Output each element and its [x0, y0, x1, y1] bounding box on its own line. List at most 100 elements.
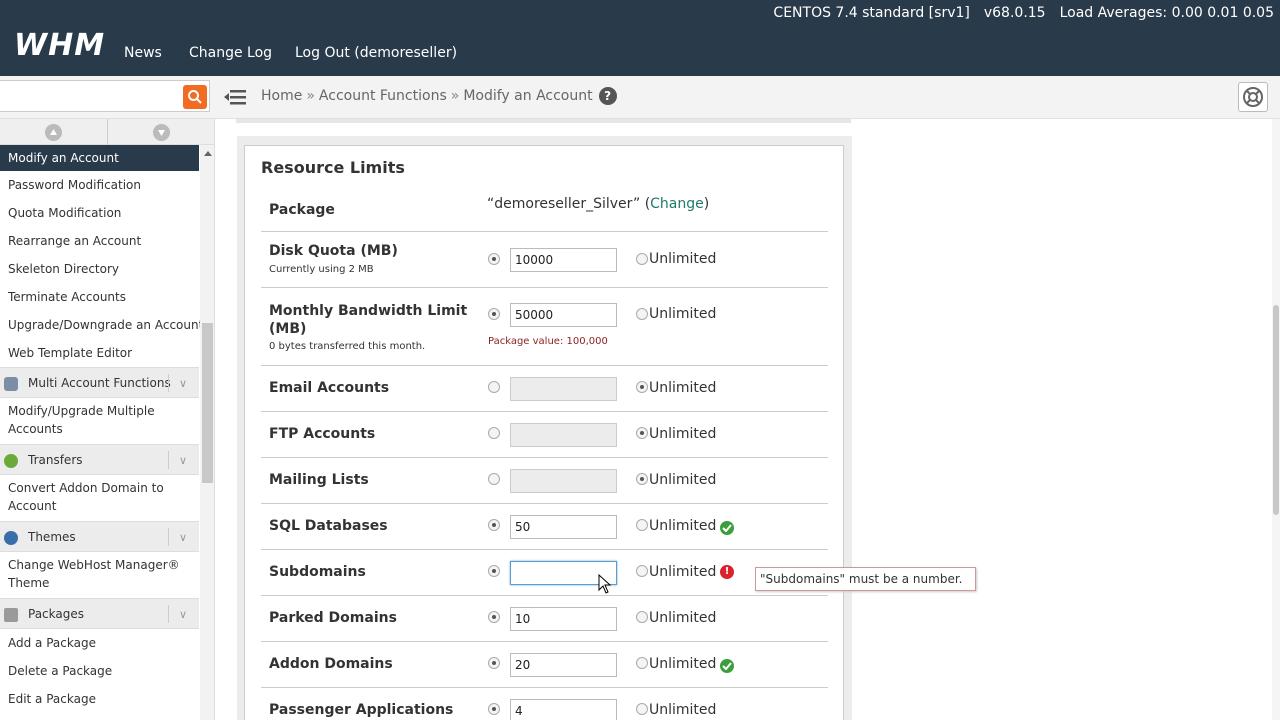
value-radio[interactable]: [488, 253, 500, 265]
unlimited-label[interactable]: Unlimited: [649, 426, 716, 442]
sidebar-list: Modify an Account Password Modification …: [0, 145, 203, 713]
value-radio[interactable]: [488, 657, 500, 669]
sql-databases-input[interactable]: 50: [510, 515, 617, 539]
server-version: v68.0.15: [983, 5, 1046, 21]
breadcrumb-account-functions[interactable]: Account Functions: [319, 88, 447, 104]
email-accounts-input[interactable]: [510, 377, 617, 401]
sidebar-item-rearrange-account[interactable]: Rearrange an Account: [0, 227, 199, 255]
sidebar-item-web-template-editor[interactable]: Web Template Editor: [0, 339, 199, 367]
unlimited-radio[interactable]: [636, 253, 648, 265]
unlimited-label[interactable]: Unlimited: [649, 656, 716, 672]
nav-logout[interactable]: Log Out (demoreseller): [295, 45, 457, 61]
unlimited-label[interactable]: Unlimited: [649, 472, 716, 488]
sidebar-group-label: Packages: [28, 607, 84, 621]
nav-news[interactable]: News: [124, 45, 162, 61]
value-radio[interactable]: [488, 308, 500, 320]
sidebar-item-convert-addon[interactable]: Convert Addon Domain to Account: [0, 475, 199, 521]
sidebar-group-packages[interactable]: Packages ∨: [0, 598, 199, 629]
unlimited-label[interactable]: Unlimited: [649, 702, 716, 718]
chevron-down-icon[interactable]: ∨: [179, 599, 187, 630]
sidebar-item-delete-package[interactable]: Delete a Package: [0, 657, 199, 685]
field-label: Addon Domains: [269, 656, 393, 672]
field-label: Subdomains: [269, 564, 366, 580]
menu-collapse-icon: [224, 90, 246, 105]
chevron-down-icon[interactable]: ∨: [179, 522, 187, 553]
bandwidth-input[interactable]: 50000: [510, 303, 617, 327]
help-icon[interactable]: ?: [598, 87, 617, 105]
unlimited-radio[interactable]: [636, 381, 648, 393]
sidebar-item-skeleton-directory[interactable]: Skeleton Directory: [0, 255, 199, 283]
whm-logo[interactable]: WHM: [14, 28, 105, 63]
unlimited-radio[interactable]: [636, 308, 648, 320]
unlimited-label[interactable]: Unlimited: [649, 251, 716, 267]
field-label: Disk Quota (MB): [269, 243, 398, 259]
sidebar-item-edit-package[interactable]: Edit a Package: [0, 685, 199, 713]
unlimited-label[interactable]: Unlimited: [649, 518, 716, 534]
chevron-up-icon: [50, 129, 57, 135]
value-radio[interactable]: [488, 381, 500, 393]
value-radio[interactable]: [488, 427, 500, 439]
breadcrumb-home[interactable]: Home: [261, 88, 302, 104]
addon-domains-input[interactable]: 20: [510, 653, 617, 677]
search-icon: [188, 90, 202, 104]
unlimited-label[interactable]: Unlimited: [649, 564, 716, 580]
unlimited-label[interactable]: Unlimited: [649, 610, 716, 626]
parked-domains-input[interactable]: 10: [510, 607, 617, 631]
unlimited-radio[interactable]: [636, 703, 648, 715]
sidebar-group-multi-account[interactable]: Multi Account Functions ∨: [0, 367, 199, 398]
sidebar-item-modify-account[interactable]: Modify an Account: [0, 145, 199, 171]
scroll-up-arrow-icon[interactable]: [204, 151, 212, 156]
unlimited-radio[interactable]: [636, 565, 648, 577]
breadcrumb-bar: Home» Account Functions» Modify an Account…: [0, 76, 1280, 119]
sidebar-group-transfers[interactable]: Transfers ∨: [0, 444, 199, 475]
unlimited-radio[interactable]: [636, 611, 648, 623]
sidebar-item-password-modification[interactable]: Password Modification: [0, 171, 199, 199]
unlimited-radio[interactable]: [636, 427, 648, 439]
value-radio[interactable]: [488, 473, 500, 485]
sidebar-item-quota-modification[interactable]: Quota Modification: [0, 199, 199, 227]
mouse-cursor-icon: [598, 574, 612, 594]
unlimited-label[interactable]: Unlimited: [649, 380, 716, 396]
value-radio[interactable]: [488, 519, 500, 531]
sidebar-group-label: Transfers: [28, 453, 83, 467]
scrollbar-thumb[interactable]: [202, 323, 213, 483]
sidebar-scrollbar[interactable]: [200, 145, 214, 720]
change-package-link[interactable]: Change: [650, 196, 704, 212]
scrollbar-thumb[interactable]: [1273, 305, 1279, 515]
ftp-accounts-input[interactable]: [510, 423, 617, 447]
sidebar-item-add-package[interactable]: Add a Package: [0, 629, 199, 657]
menu-collapse-button[interactable]: [224, 88, 246, 106]
ftp-accounts-row: FTP Accounts Unlimited: [261, 412, 828, 458]
sidebar-item-modify-upgrade-multiple[interactable]: Modify/Upgrade Multiple Accounts: [0, 398, 199, 444]
search-input[interactable]: [0, 80, 210, 112]
chevron-down-icon[interactable]: ∨: [179, 445, 187, 476]
unlimited-radio[interactable]: [636, 473, 648, 485]
unlimited-radio[interactable]: [636, 519, 648, 531]
sidebar-group-themes[interactable]: Themes ∨: [0, 521, 199, 552]
unlimited-label[interactable]: Unlimited: [649, 306, 716, 322]
scroll-down-button[interactable]: [153, 124, 170, 141]
value-radio[interactable]: [488, 703, 500, 715]
sidebar-arrows: [0, 119, 214, 145]
unlimited-radio[interactable]: [636, 657, 648, 669]
sidebar-item-terminate-accounts[interactable]: Terminate Accounts: [0, 283, 199, 311]
divider: [107, 119, 108, 145]
scroll-up-button[interactable]: [45, 124, 62, 141]
value-radio[interactable]: [488, 565, 500, 577]
main-scrollbar[interactable]: [1272, 119, 1280, 720]
breadcrumb-separator: »: [306, 88, 315, 104]
top-bar: WHM News Change Log Log Out (demoreselle…: [0, 0, 1280, 76]
search-button[interactable]: [183, 85, 207, 109]
sidebar-item-change-theme[interactable]: Change WebHost Manager® Theme: [0, 552, 199, 598]
package-name: “demoreseller_Silver”: [487, 196, 641, 212]
sidebar-item-upgrade-downgrade[interactable]: Upgrade/Downgrade an Account: [0, 311, 203, 339]
value-radio[interactable]: [488, 611, 500, 623]
divider: [168, 451, 169, 469]
chevron-down-icon[interactable]: ∨: [179, 368, 187, 399]
mailing-lists-input[interactable]: [510, 469, 617, 493]
support-button[interactable]: [1238, 82, 1268, 112]
load-averages: Load Averages: 0.00 0.01 0.05: [1059, 5, 1274, 21]
disk-quota-input[interactable]: 10000: [510, 248, 617, 272]
nav-change-log[interactable]: Change Log: [189, 45, 272, 61]
passenger-apps-input[interactable]: 4: [510, 699, 617, 720]
